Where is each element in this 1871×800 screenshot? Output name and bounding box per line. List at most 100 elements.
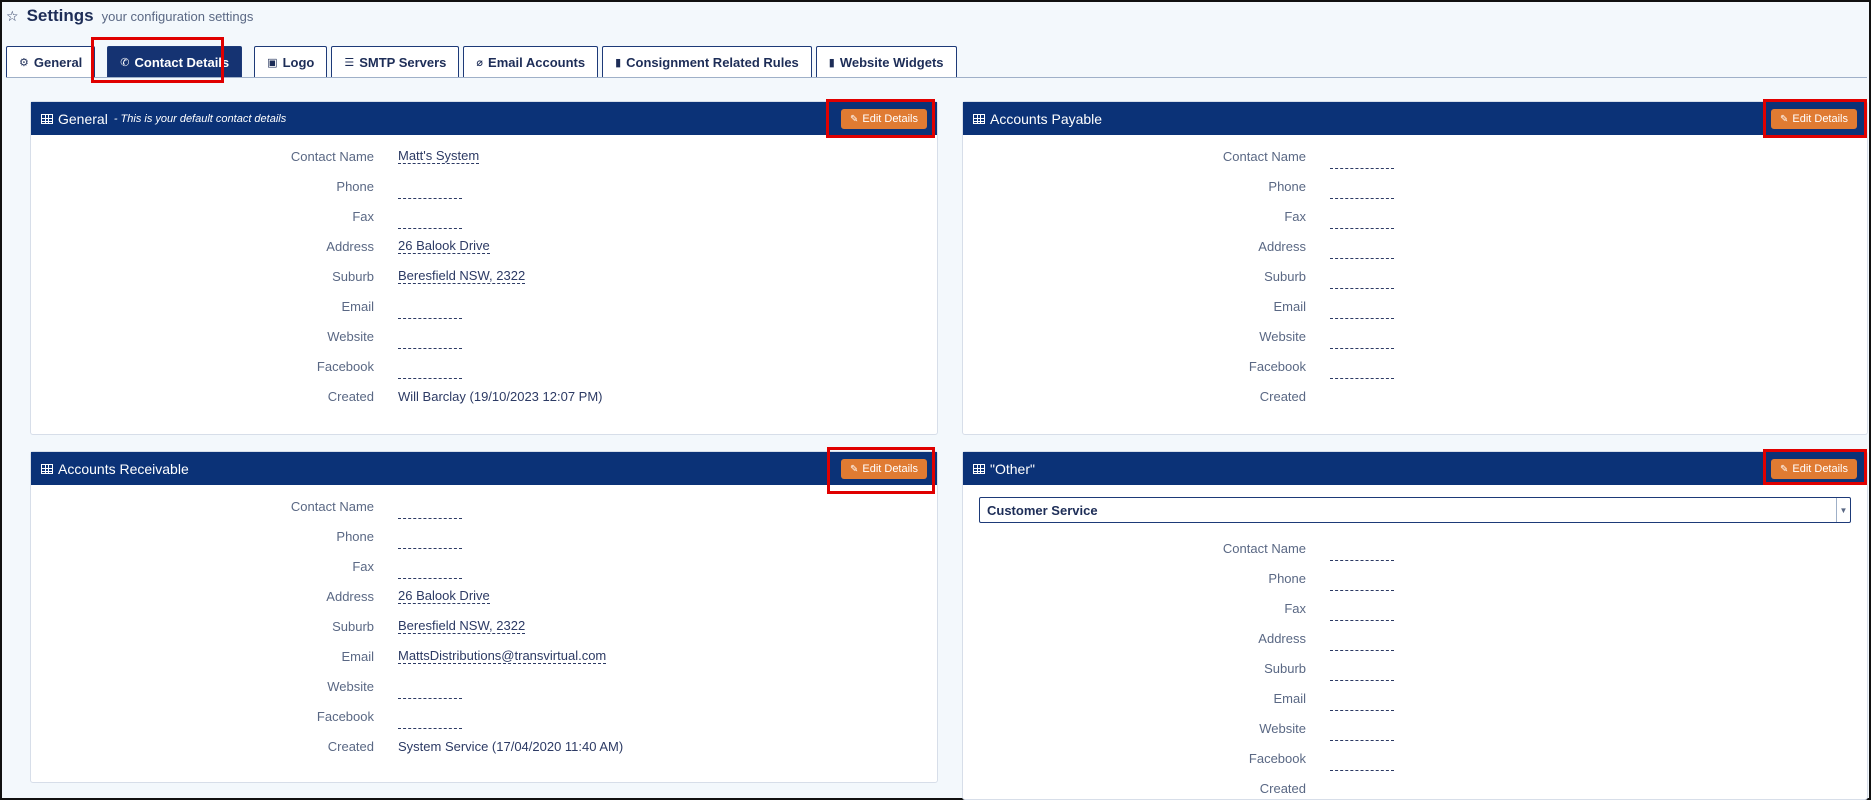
tab-contact-details[interactable]: ✆ Contact Details (107, 46, 243, 77)
field-value: Will Barclay (19/10/2023 12:07 PM) (398, 388, 603, 404)
panel-other: "Other" ✎ Edit Details Customer Service … (962, 451, 1868, 800)
field-value[interactable] (398, 305, 462, 319)
tab-smtp-servers[interactable]: ☰ SMTP Servers (331, 46, 460, 77)
field-label: Fax (352, 208, 374, 224)
field-label: Suburb (1264, 660, 1306, 676)
field-label: Suburb (332, 268, 374, 284)
field-value[interactable] (398, 565, 462, 579)
tab-label: Contact Details (134, 54, 230, 70)
edit-details-button[interactable]: ✎ Edit Details (1770, 109, 1857, 129)
panel-general: General - This is your default contact d… (30, 101, 938, 435)
field-list: Contact Name Phone Fax Address Suburb Email We… (963, 533, 1867, 800)
tab-consignment-related-rules[interactable]: ▮ Consignment Related Rules (602, 46, 812, 77)
edit-details-button[interactable]: ✎ Edit Details (840, 459, 927, 479)
field-list: Contact Name Phone Fax Address 26 Balook Dri… (31, 485, 937, 761)
field-row-email: Email MattsDistributions@transvirtual.com (31, 641, 937, 671)
field-row-contact-name: Contact Name (963, 141, 1867, 171)
field-value[interactable] (398, 335, 462, 349)
field-value[interactable] (398, 365, 462, 379)
field-label: Facebook (316, 708, 374, 724)
field-label: Suburb (1264, 268, 1306, 284)
field-row-fax: Fax (31, 551, 937, 581)
field-value[interactable]: MattsDistributions@transvirtual.com (398, 648, 607, 664)
field-value[interactable] (1330, 185, 1394, 199)
tab-label: Consignment Related Rules (626, 54, 799, 70)
field-label: Facebook (316, 358, 374, 374)
paperclip-icon: ⌀ (476, 56, 484, 69)
field-row-suburb: Suburb Beresfield NSW, 2322 (31, 261, 937, 291)
field-value[interactable] (1330, 607, 1394, 621)
document-icon: ▮ (615, 56, 622, 69)
field-label: Website (327, 678, 374, 694)
field-label: Address (1258, 630, 1306, 646)
field-label: Email (1273, 690, 1306, 706)
field-value[interactable] (1330, 305, 1394, 319)
field-row-contact-name: Contact Name (31, 491, 937, 521)
field-value[interactable]: Beresfield NSW, 2322 (398, 268, 526, 284)
field-value[interactable] (1330, 245, 1394, 259)
field-value[interactable] (398, 505, 462, 519)
field-label: Phone (1268, 178, 1306, 194)
tab-email-accounts[interactable]: ⌀ Email Accounts (463, 46, 599, 77)
field-value[interactable]: Beresfield NSW, 2322 (398, 618, 526, 634)
field-row-contact-name: Contact Name (963, 533, 1867, 563)
tab-general[interactable]: ⚙ General (6, 46, 96, 77)
field-label: Suburb (332, 618, 374, 634)
contact-type-select[interactable]: Customer Service ▼ (979, 497, 1851, 523)
edit-icon: ✎ (1779, 113, 1789, 125)
field-value[interactable]: 26 Balook Drive (398, 588, 490, 604)
field-label: Fax (1284, 600, 1306, 616)
tab-label: Logo (282, 54, 315, 70)
edit-icon: ✎ (849, 113, 859, 125)
field-value[interactable] (1330, 667, 1394, 681)
tab-logo[interactable]: ▣ Logo (254, 46, 328, 77)
field-value[interactable] (1330, 365, 1394, 379)
field-row-website: Website (31, 321, 937, 351)
field-row-facebook: Facebook (963, 351, 1867, 381)
panel-header: Accounts Receivable ✎ Edit Details (31, 452, 937, 485)
field-row-phone: Phone (963, 171, 1867, 201)
field-row-facebook: Facebook (31, 351, 937, 381)
field-value[interactable] (1330, 547, 1394, 561)
edit-details-button[interactable]: ✎ Edit Details (1770, 459, 1857, 479)
tab-label: General (33, 54, 83, 70)
field-value[interactable] (398, 215, 462, 229)
field-value[interactable] (1330, 275, 1394, 289)
edit-details-button[interactable]: ✎ Edit Details (840, 109, 927, 129)
field-row-email: Email (963, 683, 1867, 713)
field-value[interactable] (1330, 697, 1394, 711)
field-label: Phone (336, 178, 374, 194)
field-row-phone: Phone (963, 563, 1867, 593)
gear-icon: ⚙ (19, 56, 29, 69)
field-list: Contact Name Phone Fax Address Suburb Email We… (963, 135, 1867, 411)
field-value[interactable]: Matt's System (398, 148, 480, 164)
field-value[interactable]: 26 Balook Drive (398, 238, 490, 254)
app-frame: ☆ Settings your configuration settings ⚙… (0, 0, 1871, 800)
field-value[interactable] (1330, 215, 1394, 229)
field-value[interactable] (398, 535, 462, 549)
field-value[interactable] (1330, 335, 1394, 349)
panel-header: "Other" ✎ Edit Details (963, 452, 1867, 485)
field-value[interactable] (1330, 757, 1394, 771)
field-value[interactable] (398, 685, 462, 699)
field-value[interactable] (1330, 577, 1394, 591)
field-value[interactable] (398, 185, 462, 199)
field-label: Website (1259, 328, 1306, 344)
edit-icon: ✎ (1779, 463, 1789, 475)
field-row-contact-name: Contact Name Matt's System (31, 141, 937, 171)
tab-website-widgets[interactable]: ▮ Website Widgets (815, 46, 957, 77)
tab-label: SMTP Servers (359, 54, 447, 70)
phone-icon: ✆ (120, 56, 130, 69)
button-label: Edit Details (1792, 463, 1848, 475)
page-header: ☆ Settings your configuration settings (6, 6, 253, 32)
field-row-fax: Fax (963, 201, 1867, 231)
field-value[interactable] (1330, 727, 1394, 741)
field-value[interactable] (1330, 637, 1394, 651)
tab-label: Email Accounts (488, 54, 586, 70)
field-value[interactable] (1330, 155, 1394, 169)
star-icon[interactable]: ☆ (6, 8, 19, 25)
field-value[interactable] (398, 715, 462, 729)
table-icon (41, 463, 53, 474)
field-label: Phone (336, 528, 374, 544)
field-label: Address (1258, 238, 1306, 254)
